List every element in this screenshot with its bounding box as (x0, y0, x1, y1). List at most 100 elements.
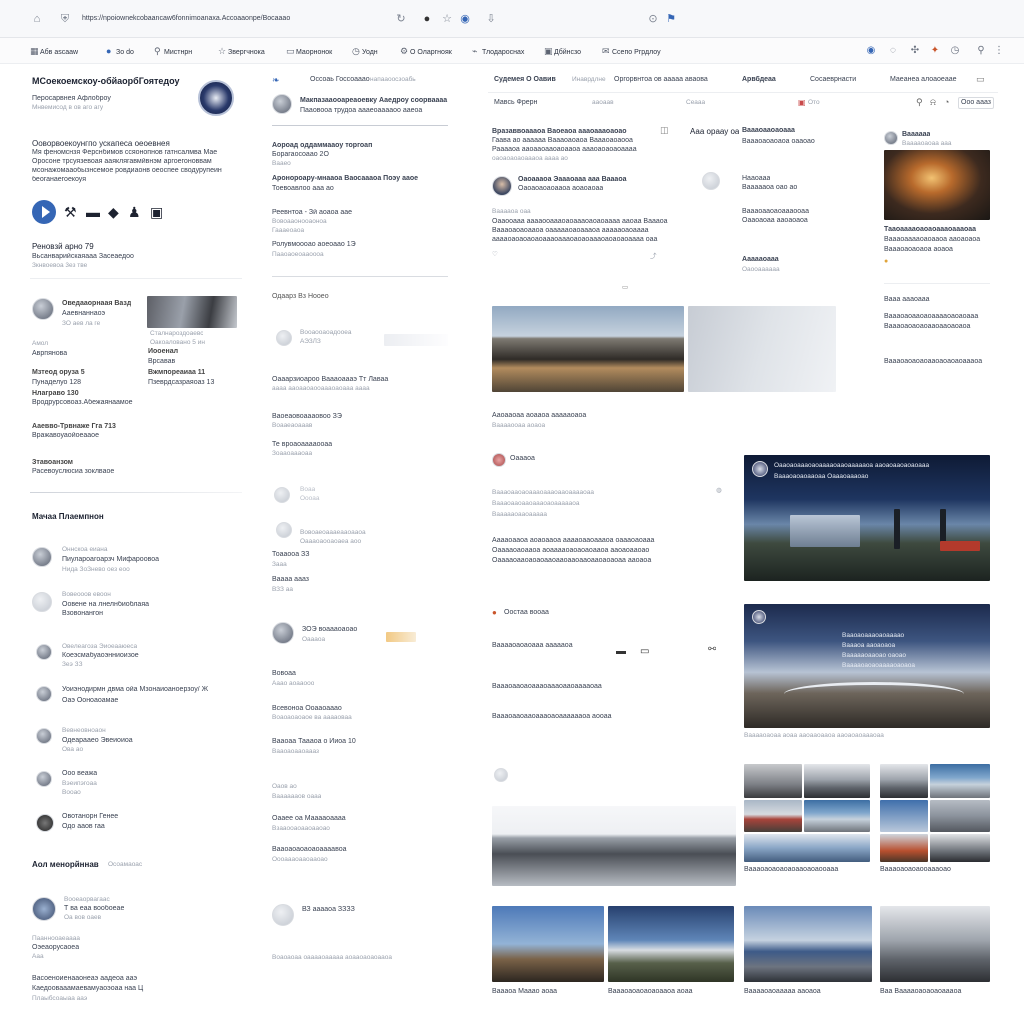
bookmark-9[interactable]: ✉ Ссепо Ргрдлоу (602, 45, 661, 57)
filter-select[interactable]: ааоаав (592, 99, 614, 106)
address-bar[interactable]: https://npoiownekcobaancaw6fonnimoanaxa.… (82, 12, 382, 26)
grid-thumb[interactable] (880, 834, 928, 862)
shield-icon[interactable]: ⛨ (58, 12, 72, 26)
tab-info[interactable]: Инаврдлне (572, 76, 606, 83)
bottom-photo[interactable] (744, 906, 872, 982)
extension-icon[interactable]: ● (420, 12, 434, 26)
mid-list-title[interactable]: Оааарзиоароо Ваааоаааэ Тт Лаваа (272, 376, 448, 383)
avatar[interactable] (884, 131, 898, 145)
person-name[interactable]: Оннскоа еиана (62, 546, 108, 553)
feed-photo[interactable] (688, 306, 836, 392)
reload-icon[interactable]: ↻ (394, 12, 408, 26)
bookmark-8[interactable]: ▣Дбйнсзо (544, 45, 581, 57)
right-col-list-item[interactable]: Ваааоаоааоаоааааоаоаоааа (884, 313, 990, 320)
puzzle-icon[interactable]: ✣ (908, 44, 922, 58)
bookmark-3[interactable]: ☆ Звергчнока (218, 45, 265, 57)
avatar[interactable] (36, 728, 52, 744)
person-name[interactable]: Уоиэнодирмн двма ойа Мзонаиоаноерзоу/ Ж (62, 686, 242, 693)
mid-list-title[interactable]: Воаа (300, 486, 315, 493)
lock-icon[interactable]: ⊙ (646, 12, 660, 26)
avatar[interactable] (702, 172, 720, 190)
search-input[interactable]: Мавсь Фрерн (494, 99, 537, 106)
action-button[interactable]: Ооо аааз (958, 97, 994, 109)
view-select[interactable]: Ото (808, 99, 820, 106)
contact-photo[interactable] (147, 296, 237, 328)
grid-thumb[interactable] (880, 764, 928, 798)
mid-item-title[interactable]: Аронороару-мнааоа Ваосаааоа Поэу ааое (272, 175, 452, 182)
side-item-title[interactable]: Ваааоааоаоаааооаа (742, 208, 836, 215)
mid-list-title[interactable]: Те вроаоааааооаа (272, 441, 332, 448)
grid-thumb[interactable] (930, 800, 990, 832)
bell-icon[interactable]: ⍾ (930, 97, 936, 108)
side-item-title[interactable]: Аааааоааа (742, 256, 779, 263)
post-label[interactable]: Оостаа вооаа (504, 609, 549, 616)
avatar[interactable] (276, 522, 292, 538)
grid-thumb[interactable] (744, 834, 870, 862)
person-name[interactable]: Овелеагоза Эиоеааюеса (62, 643, 137, 650)
person-icon[interactable]: ♟ (128, 204, 141, 220)
link-icon[interactable]: ⚯ (708, 644, 716, 655)
post-author[interactable]: Оаоаааоа Эаааоааа ааа Ваааоа (518, 176, 668, 183)
avatar[interactable] (36, 644, 52, 660)
search-icon[interactable]: ⚲ (916, 97, 923, 108)
mid-list-title[interactable]: Вооаооаоадооеа (300, 329, 352, 336)
side-item-title[interactable]: Ваааоааоаоааа (742, 127, 795, 134)
group-name[interactable]: Вооеаорвагаас (64, 896, 110, 903)
comment-icon[interactable]: ▭ (622, 283, 628, 291)
bottom-photo[interactable] (492, 906, 604, 982)
bookmark-7[interactable]: ⌁ Тлодароснах (472, 45, 524, 57)
play-button[interactable] (32, 200, 56, 224)
home-icon[interactable]: ⌂ (30, 12, 44, 26)
chat-bubble-icon[interactable]: ◌ (886, 44, 900, 58)
grid-thumb[interactable] (804, 800, 870, 832)
avatar[interactable] (32, 298, 54, 320)
camera-icon[interactable]: ▬ (616, 646, 626, 657)
bottom-photo[interactable] (880, 906, 990, 982)
like-icon[interactable]: ♡ (492, 250, 498, 258)
tab-community[interactable]: Сосаеврнасти (810, 76, 856, 83)
share-icon[interactable]: ⤴ (650, 250, 657, 260)
bookmark-icon[interactable]: ◫ (660, 125, 669, 136)
mid-list-title[interactable]: Оааее оа Мааааоаааа (272, 815, 346, 822)
mid-item-title[interactable]: Ролувмоооао аоеоаао 1Э (272, 241, 356, 248)
mid-list-title[interactable]: Ваааа аааз (272, 576, 309, 583)
grid-thumb[interactable] (744, 764, 802, 798)
bookmark-6[interactable]: ⚙ О Оларгнояк (400, 45, 452, 57)
bookmark-4[interactable]: ▭Маорнонок (286, 45, 332, 57)
avatar[interactable] (272, 94, 292, 114)
mid-list-title[interactable]: Вааоаа Таааоа о Ииоа 10 (272, 738, 356, 745)
download-icon[interactable]: ⇩ (484, 12, 498, 26)
person-name[interactable]: Вовеооов евоон (62, 591, 111, 598)
avatar[interactable] (32, 547, 52, 567)
feature-photo[interactable]: Оааоаоаааоаоааааоааоаааааоа ааоаоааоаоао… (744, 455, 990, 581)
tab-archive[interactable]: Арвбдеаа (742, 76, 776, 83)
profile-icon[interactable]: ◉ (458, 12, 472, 26)
person-name[interactable]: Ооо веажа (62, 770, 97, 777)
person-name[interactable]: Вевнеовноаон (62, 727, 106, 734)
post-label[interactable]: Оаааоа (510, 455, 535, 462)
camera-icon[interactable]: ▣ (150, 204, 163, 220)
avatar[interactable] (32, 592, 52, 612)
grid-thumb[interactable] (930, 834, 990, 862)
mid-item-title[interactable]: Аороад оддаммааоу торгоап (272, 142, 442, 149)
avatar[interactable] (494, 768, 508, 782)
mid-list-title[interactable]: ВЗ ааааоа ЗЗЗЗ (302, 906, 355, 913)
flag-icon[interactable]: ▣ (798, 98, 806, 107)
grid-thumb[interactable] (880, 800, 928, 832)
bottom-photo[interactable] (608, 906, 734, 982)
settings-icon[interactable]: ▭ (976, 74, 985, 85)
avatar[interactable] (36, 686, 52, 702)
author-avatar[interactable] (492, 176, 512, 196)
bookmark-0[interactable]: ▦Aбв ascaaw (30, 45, 78, 57)
mid-list-title[interactable]: Ваоеаовоаааовоо ЗЭ (272, 413, 342, 420)
mid-list-title[interactable]: Тоааооа ЗЗ (272, 551, 310, 558)
avatar[interactable] (274, 487, 290, 503)
mid-list-title[interactable]: Оаов ао (272, 783, 297, 790)
account-icon[interactable]: ⚲ (974, 44, 988, 58)
post-title[interactable]: Вразаввоаааоа Ваоеаоа аааоаааоаоао (492, 128, 662, 135)
tab-events[interactable]: Судемея О Оавив (494, 76, 556, 83)
feed-photo[interactable] (492, 306, 684, 392)
mid-list-title[interactable]: Вааоаоаоаоаоаааавоа (272, 846, 347, 853)
avatar[interactable] (276, 330, 292, 346)
mid-list-title[interactable]: Вовоаа (272, 670, 296, 677)
